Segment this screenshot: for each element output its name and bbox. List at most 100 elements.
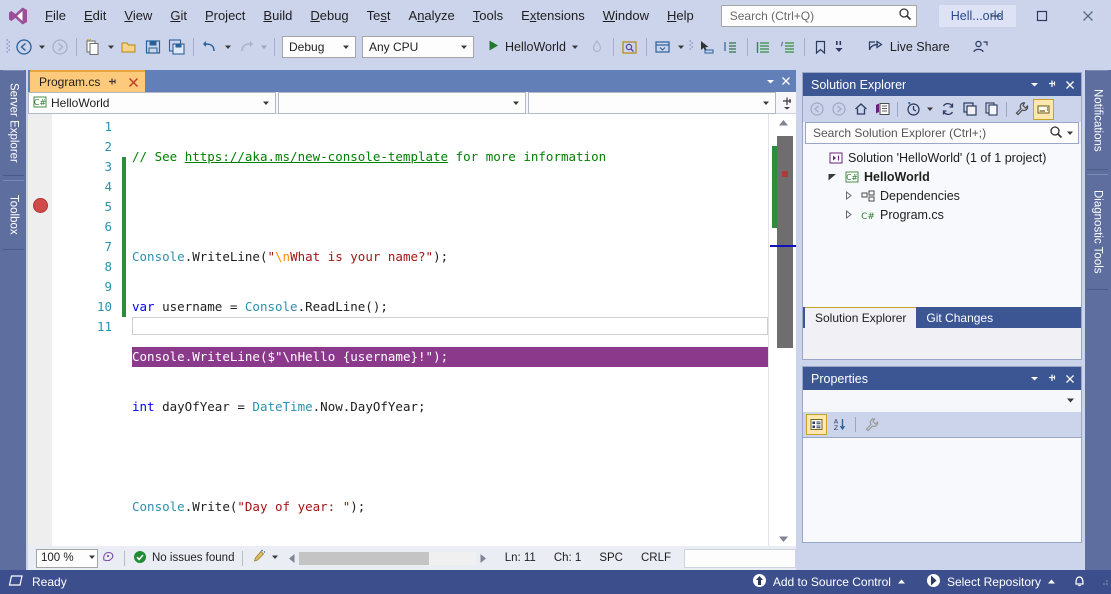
new-item-icon[interactable] <box>81 35 105 59</box>
categorized-view-icon[interactable] <box>806 414 827 435</box>
new-item-dropdown-icon[interactable] <box>105 35 117 59</box>
wrench-properties-icon[interactable] <box>861 414 882 435</box>
solution-search-input[interactable] <box>811 125 1049 141</box>
history-dropdown-icon[interactable] <box>924 97 936 121</box>
menu-item-tools[interactable]: Tools <box>464 4 512 28</box>
scroll-up-icon[interactable] <box>769 114 796 132</box>
solution-tree[interactable]: Solution 'HelloWorld' (1 of 1 project)C#… <box>803 144 1081 307</box>
menu-item-project[interactable]: Project <box>196 4 254 28</box>
window-layout-dropdown-icon[interactable] <box>675 35 687 59</box>
search-input[interactable] <box>728 8 898 24</box>
chevron-right-icon[interactable] <box>841 186 855 205</box>
navigate-forward-icon[interactable] <box>48 35 72 59</box>
navbar-member-dropdown[interactable] <box>528 92 776 114</box>
issues-status[interactable]: No issues found <box>133 550 234 567</box>
global-search-box[interactable] <box>721 5 917 27</box>
menu-item-view[interactable]: View <box>115 4 161 28</box>
notifications-button[interactable] <box>1066 570 1099 594</box>
collapse-all-icon[interactable] <box>959 99 980 120</box>
scroll-right-icon[interactable] <box>476 551 490 566</box>
history-icon[interactable] <box>902 99 923 120</box>
home-icon[interactable] <box>850 99 871 120</box>
code-editor-surface[interactable]: 1234567891011 // See https://aka.ms/new-… <box>28 114 796 570</box>
minimize-button[interactable] <box>973 0 1019 31</box>
window-layout-icon[interactable] <box>651 35 675 59</box>
live-share-button[interactable]: Live Share <box>859 35 958 59</box>
breakpoint-marker[interactable] <box>33 198 48 213</box>
tab-solution-explorer[interactable]: Solution Explorer <box>805 307 916 328</box>
bookmark-dropdown-icon[interactable] <box>833 35 845 59</box>
wrench-properties-icon[interactable] <box>1011 99 1032 120</box>
pointer-select-icon[interactable] <box>695 35 719 59</box>
save-all-icon[interactable] <box>165 35 189 59</box>
preview-selected-items-icon[interactable] <box>1033 99 1054 120</box>
menu-item-build[interactable]: Build <box>254 4 301 28</box>
scrollbar-thumb[interactable] <box>777 136 793 348</box>
properties-object-selector[interactable] <box>803 390 1081 412</box>
hot-reload-icon[interactable] <box>585 35 609 59</box>
save-icon[interactable] <box>141 35 165 59</box>
navbar-pin-icon[interactable] <box>778 92 796 113</box>
menu-item-help[interactable]: Help <box>658 4 703 28</box>
open-file-icon[interactable] <box>117 35 141 59</box>
close-icon[interactable] <box>126 75 140 89</box>
chevron-right-icon[interactable] <box>841 205 855 224</box>
editor-gutter[interactable] <box>28 114 52 548</box>
chevron-down-icon[interactable] <box>825 167 839 186</box>
tree-item[interactable]: C#HelloWorld <box>803 167 1081 186</box>
tab-git-changes[interactable]: Git Changes <box>916 307 1003 328</box>
intellicode-icon[interactable] <box>101 549 116 567</box>
sidebar-tab-server-explorer[interactable]: Server Explorer <box>3 70 24 176</box>
refresh-icon[interactable] <box>937 99 958 120</box>
solution-explorer-search[interactable] <box>805 122 1079 144</box>
menu-item-edit[interactable]: Edit <box>75 4 115 28</box>
pin-icon[interactable] <box>106 75 120 89</box>
redo-icon[interactable] <box>234 35 258 59</box>
account-icon[interactable] <box>968 35 992 59</box>
redo-dropdown-icon[interactable] <box>258 35 270 59</box>
document-tab-program-cs[interactable]: Program.cs <box>30 70 145 92</box>
scroll-left-icon[interactable] <box>285 551 299 566</box>
chevron-down-icon[interactable] <box>1025 369 1043 389</box>
line-ending-indicator[interactable]: CRLF <box>632 552 680 564</box>
navigate-back-icon[interactable] <box>806 99 827 120</box>
indentation-indicator[interactable]: SPC <box>590 552 632 564</box>
menu-item-analyze[interactable]: Analyze <box>400 4 464 28</box>
navbar-type-dropdown[interactable] <box>278 92 526 114</box>
chevron-down-icon[interactable] <box>1063 129 1076 137</box>
zoom-level-dropdown[interactable]: 100 % <box>36 549 98 568</box>
menu-item-extensions[interactable]: Extensions <box>512 4 594 28</box>
close-button[interactable] <box>1065 0 1111 31</box>
undo-icon[interactable] <box>198 35 222 59</box>
navbar-project-dropdown[interactable]: C# HelloWorld <box>28 92 276 114</box>
navigate-back-dropdown-icon[interactable] <box>36 35 48 59</box>
menu-item-git[interactable]: Git <box>161 4 196 28</box>
pending-changes-icon[interactable] <box>872 99 893 120</box>
show-all-files-icon[interactable] <box>981 99 1002 120</box>
navigate-back-icon[interactable] <box>12 35 36 59</box>
hscroll-track[interactable] <box>299 552 475 565</box>
hscroll-thumb[interactable] <box>299 552 429 565</box>
toolbar-grip[interactable] <box>687 37 695 57</box>
find-in-files-icon[interactable] <box>618 35 642 59</box>
code-cleanup-button[interactable] <box>251 549 279 567</box>
menu-item-window[interactable]: Window <box>594 4 658 28</box>
active-files-dropdown-icon[interactable] <box>762 70 778 92</box>
resize-grip[interactable] <box>1099 575 1111 589</box>
navigate-forward-icon[interactable] <box>828 99 849 120</box>
close-icon[interactable] <box>1061 75 1079 95</box>
configuration-dropdown[interactable]: Debug <box>282 36 356 58</box>
chevron-down-icon[interactable] <box>1066 394 1075 408</box>
menu-item-file[interactable]: File <box>36 4 75 28</box>
sidebar-tab-diagnostic-tools[interactable]: Diagnostic Tools <box>1087 174 1108 290</box>
pin-icon[interactable] <box>1043 369 1061 389</box>
undo-dropdown-icon[interactable] <box>222 35 234 59</box>
menu-item-debug[interactable]: Debug <box>301 4 357 28</box>
comment-icon[interactable] <box>752 35 776 59</box>
properties-grid[interactable] <box>803 438 1081 542</box>
menu-item-test[interactable]: Test <box>358 4 400 28</box>
platform-dropdown[interactable]: Any CPU <box>362 36 474 58</box>
toolbar-grip[interactable] <box>4 37 12 57</box>
indent-icon[interactable] <box>719 35 743 59</box>
tree-item[interactable]: Solution 'HelloWorld' (1 of 1 project) <box>803 148 1081 167</box>
